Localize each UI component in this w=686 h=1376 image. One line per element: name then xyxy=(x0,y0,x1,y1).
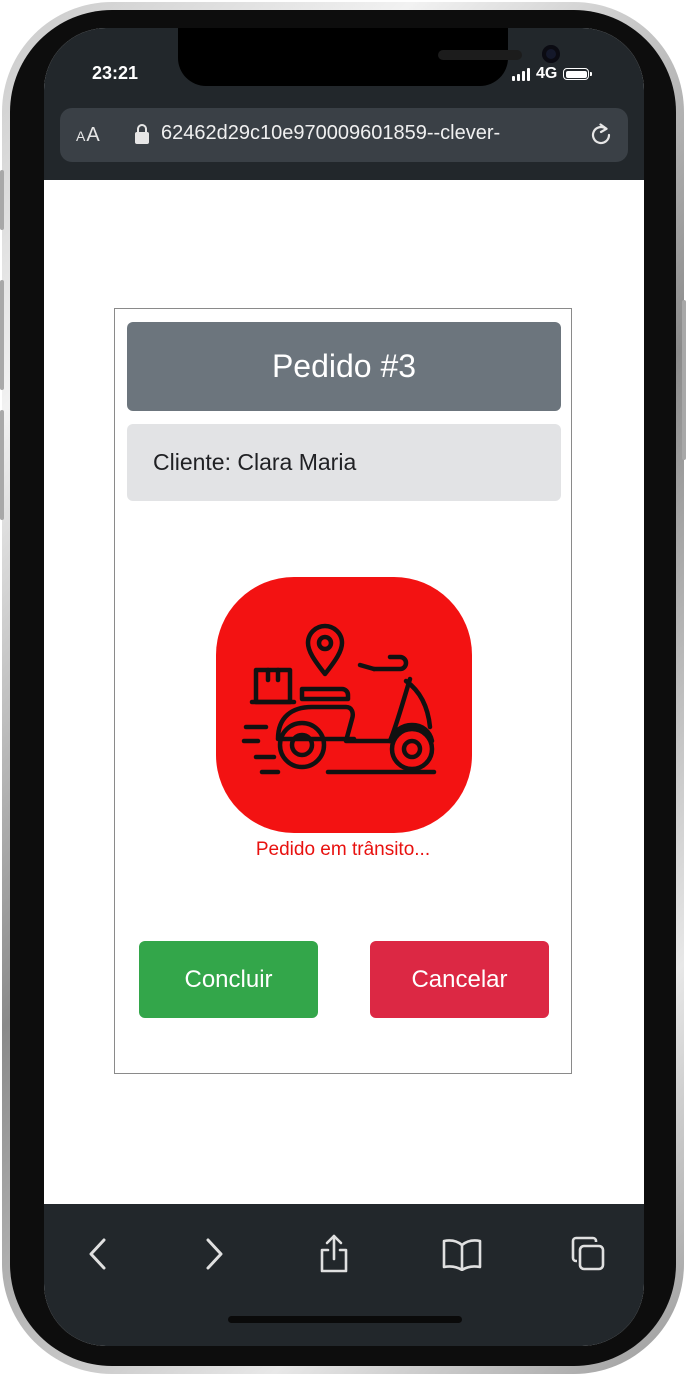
client-name: Clara Maria xyxy=(237,449,357,475)
speaker xyxy=(438,50,522,60)
back-icon xyxy=(89,1238,106,1270)
cancel-order-button[interactable]: Cancelar xyxy=(370,941,549,1018)
complete-order-button[interactable]: Concluir xyxy=(139,941,318,1018)
notch xyxy=(178,28,560,86)
volume-down-button xyxy=(0,410,4,520)
home-indicator[interactable] xyxy=(228,1316,462,1323)
bookmarks-icon xyxy=(442,1239,482,1271)
share-button[interactable] xyxy=(310,1230,358,1278)
share-icon xyxy=(320,1234,348,1273)
client-info: Cliente: Clara Maria xyxy=(127,424,561,501)
forward-button[interactable] xyxy=(190,1230,238,1278)
bookmarks-button[interactable] xyxy=(438,1230,486,1278)
text-size-button[interactable]: AA xyxy=(76,124,101,147)
browser-toolbar xyxy=(44,1204,644,1346)
url-text[interactable]: 62462d29c10e970009601859--clever- xyxy=(161,122,575,145)
front-camera xyxy=(542,45,560,63)
client-label: Cliente: xyxy=(153,449,231,475)
tabs-icon xyxy=(571,1236,605,1271)
order-card: Pedido #3 Cliente: Clara Maria Pedido em… xyxy=(114,308,572,1074)
screen: 23:21 4G AA 62462d29c10e970009601859--cl… xyxy=(44,28,644,1346)
reload-icon[interactable] xyxy=(586,120,616,150)
order-status-text: Pedido em trânsito... xyxy=(255,839,431,860)
power-button xyxy=(682,300,686,460)
browser-top-chrome: 23:21 4G AA 62462d29c10e970009601859--cl… xyxy=(44,28,644,180)
forward-icon xyxy=(206,1238,223,1270)
status-indicators: 4G xyxy=(512,65,593,83)
signal-icon xyxy=(512,67,530,81)
volume-up-button xyxy=(0,280,4,390)
back-button[interactable] xyxy=(74,1230,122,1278)
lock-icon xyxy=(135,124,149,144)
tabs-button[interactable] xyxy=(564,1230,612,1278)
mute-switch xyxy=(0,170,4,230)
scooter-delivery-icon xyxy=(216,577,472,833)
battery-icon xyxy=(563,68,593,80)
status-time: 23:21 xyxy=(92,63,139,83)
order-title: Pedido #3 xyxy=(127,322,561,411)
address-bar[interactable]: AA 62462d29c10e970009601859--clever- xyxy=(60,108,628,162)
network-type: 4G xyxy=(536,65,558,82)
